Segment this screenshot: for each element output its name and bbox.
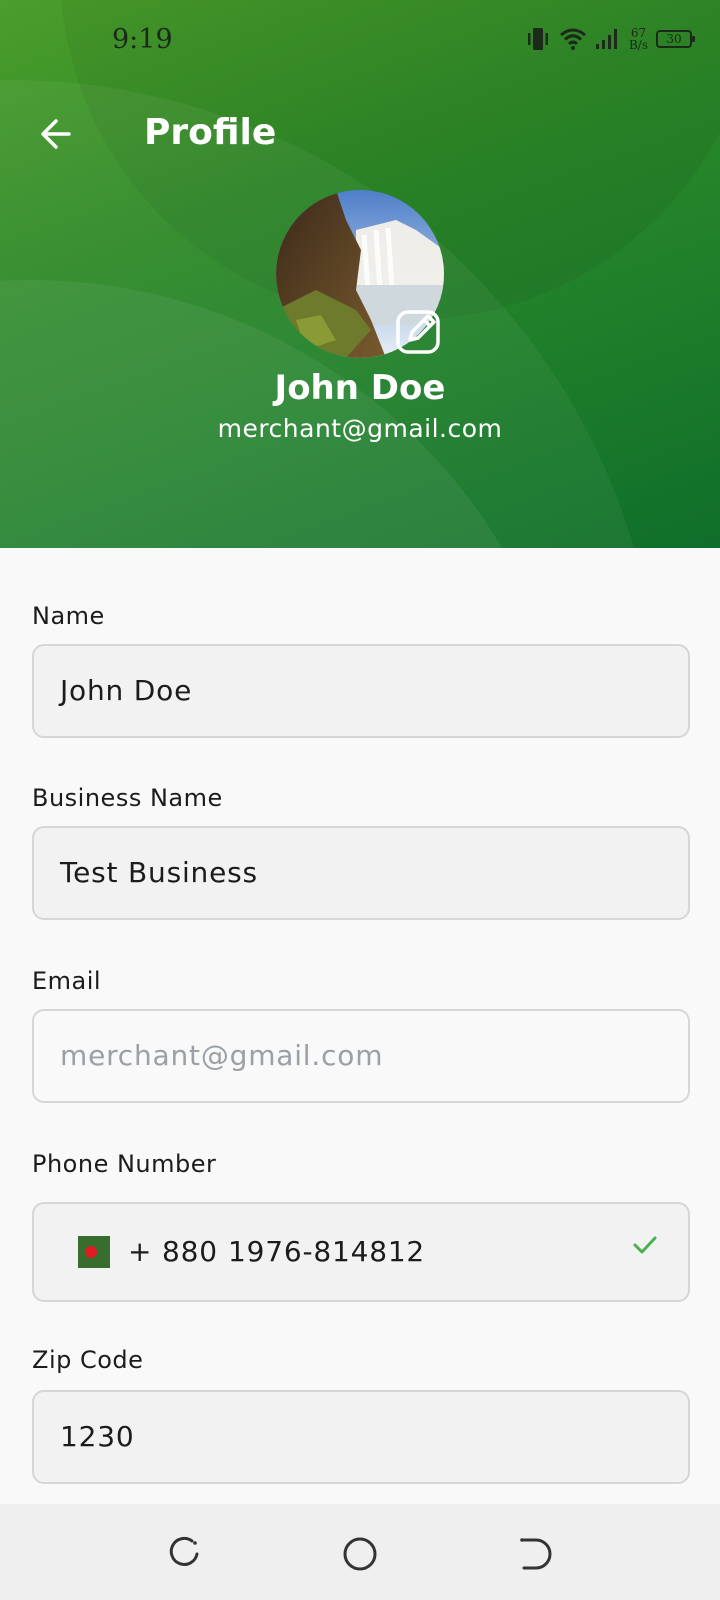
signal-icon xyxy=(595,29,617,49)
email-placeholder: merchant@gmail.com xyxy=(60,1039,384,1072)
system-nav-bar xyxy=(0,1504,720,1600)
business-name-value: Test Business xyxy=(60,856,258,889)
zip-code-field[interactable]: 1230 xyxy=(32,1390,690,1484)
name-label: Name xyxy=(32,602,105,630)
check-icon xyxy=(633,1236,657,1254)
vibrate-icon xyxy=(527,28,548,50)
zip-code-label: Zip Code xyxy=(32,1346,144,1374)
business-name-label: Business Name xyxy=(32,784,223,812)
edit-pencil-icon xyxy=(396,310,440,354)
phone-country-code: + 880 xyxy=(128,1235,218,1268)
phone-label: Phone Number xyxy=(32,1150,217,1178)
email-label: Email xyxy=(32,967,102,995)
profile-email: merchant@gmail.com xyxy=(217,414,503,443)
bangladesh-flag-icon[interactable] xyxy=(78,1236,110,1268)
status-bar: 9:19 67 B/s 30 xyxy=(0,0,720,80)
zip-code-value: 1230 xyxy=(60,1420,135,1453)
phone-number-value: 1976-814812 xyxy=(228,1235,426,1268)
profile-header: 9:19 67 B/s 30 Profile John Doe merchant… xyxy=(0,0,720,548)
phone-field[interactable]: + 880 1976-814812 xyxy=(32,1202,690,1302)
battery-icon: 30 xyxy=(656,30,695,48)
edit-avatar-button[interactable] xyxy=(394,306,444,356)
status-time: 9:19 xyxy=(112,24,173,55)
business-name-field[interactable]: Test Business xyxy=(32,826,690,920)
name-field[interactable]: John Doe xyxy=(32,644,690,738)
name-value: John Doe xyxy=(60,674,193,707)
home-icon[interactable] xyxy=(340,1534,380,1574)
page-title: Profile xyxy=(144,112,277,153)
status-icons: 67 B/s 30 xyxy=(525,26,695,52)
wifi-icon xyxy=(560,28,586,50)
back-icon[interactable] xyxy=(514,1534,554,1574)
arrow-left-icon xyxy=(41,119,71,149)
recents-icon[interactable] xyxy=(164,1534,204,1574)
net-speed: 67 B/s xyxy=(628,26,648,52)
back-button[interactable] xyxy=(34,112,78,156)
battery-level: 30 xyxy=(666,32,682,46)
email-field[interactable]: merchant@gmail.com xyxy=(32,1009,690,1103)
profile-name: John Doe xyxy=(274,368,446,408)
